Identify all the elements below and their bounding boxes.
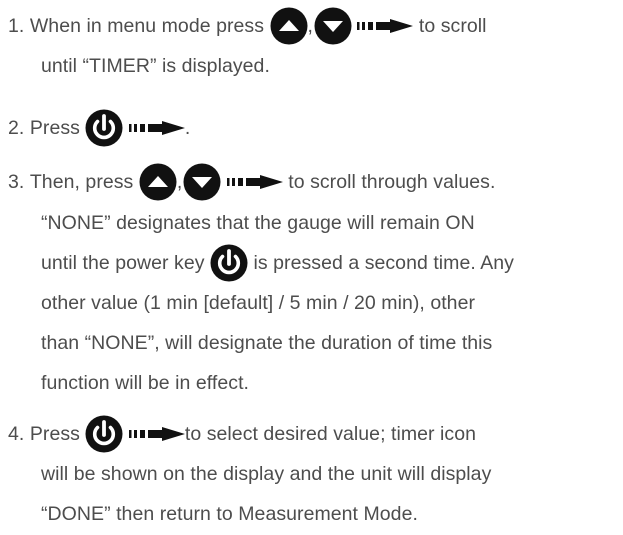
instructions-page: 1. When in menu mode press , to scroll u… xyxy=(0,0,623,535)
step-3-line-3: until the power key is pressed a second … xyxy=(41,243,514,283)
step-1-number: 1. xyxy=(8,14,25,37)
step-1-line-2: until “TIMER” is displayed. xyxy=(41,46,270,86)
step-4-line-3: “DONE” then return to Measurement Mode. xyxy=(41,494,418,534)
step-1-text-2: until “TIMER” is displayed. xyxy=(41,54,270,77)
power-key-icon xyxy=(85,415,123,453)
power-key-icon xyxy=(210,244,248,282)
step-2-number: 2. xyxy=(8,116,25,139)
step-3-line-1: 3. Then, press , to scroll through value… xyxy=(8,162,495,202)
step-1-text-a: When in menu mode press xyxy=(29,14,265,37)
step-3-line-4: other value (1 min [default] / 5 min / 2… xyxy=(41,283,475,323)
step-3-text-c: to scroll through values. xyxy=(288,170,496,193)
step-3-text-a: Then, press xyxy=(29,170,134,193)
step-3-text-2: “NONE” designates that the gauge will re… xyxy=(41,211,475,234)
step-4-text-3: “DONE” then return to Measurement Mode. xyxy=(41,502,418,525)
down-key-icon xyxy=(314,7,352,45)
then-arrow-icon xyxy=(128,427,185,441)
power-key-icon xyxy=(85,109,123,147)
up-key-icon xyxy=(139,163,177,201)
step-4-text-2: will be shown on the display and the uni… xyxy=(41,462,492,485)
step-1-comma: , xyxy=(307,14,313,37)
step-2-text-a: Press xyxy=(29,116,80,139)
step-3-line-5: than “NONE”, will designate the duration… xyxy=(41,323,492,363)
step-3-text-6: function will be in effect. xyxy=(41,371,250,394)
step-4-line-2: will be shown on the display and the uni… xyxy=(41,454,491,494)
then-arrow-icon xyxy=(226,175,283,189)
step-2-period: . xyxy=(184,116,191,139)
then-arrow-icon xyxy=(357,19,414,33)
step-2-line-1: 2. Press . xyxy=(8,108,190,148)
step-3-line-2: “NONE” designates that the gauge will re… xyxy=(41,203,475,243)
step-3-text-5: than “NONE”, will designate the duration… xyxy=(41,331,493,354)
step-4-line-1: 4. Press to select desired value; timer … xyxy=(8,414,476,454)
step-3-comma: , xyxy=(176,170,183,193)
up-key-icon xyxy=(270,7,308,45)
step-4-text-a: Press xyxy=(29,422,80,445)
step-1-line-1: 1. When in menu mode press , to scroll xyxy=(8,6,487,46)
step-1-text-c: to scroll xyxy=(418,14,487,37)
step-4-number: 4. xyxy=(8,422,25,445)
step-3-text-3a: until the power key xyxy=(41,251,205,274)
step-3-text-3b: is pressed a second time. Any xyxy=(253,251,514,274)
step-3-number: 3. xyxy=(8,170,25,193)
step-3-line-6: function will be in effect. xyxy=(41,363,249,403)
step-4-text-b: to select desired value; timer icon xyxy=(184,422,477,445)
then-arrow-icon xyxy=(128,121,185,135)
step-3-text-4: other value (1 min [default] / 5 min / 2… xyxy=(41,291,476,314)
down-key-icon xyxy=(183,163,221,201)
